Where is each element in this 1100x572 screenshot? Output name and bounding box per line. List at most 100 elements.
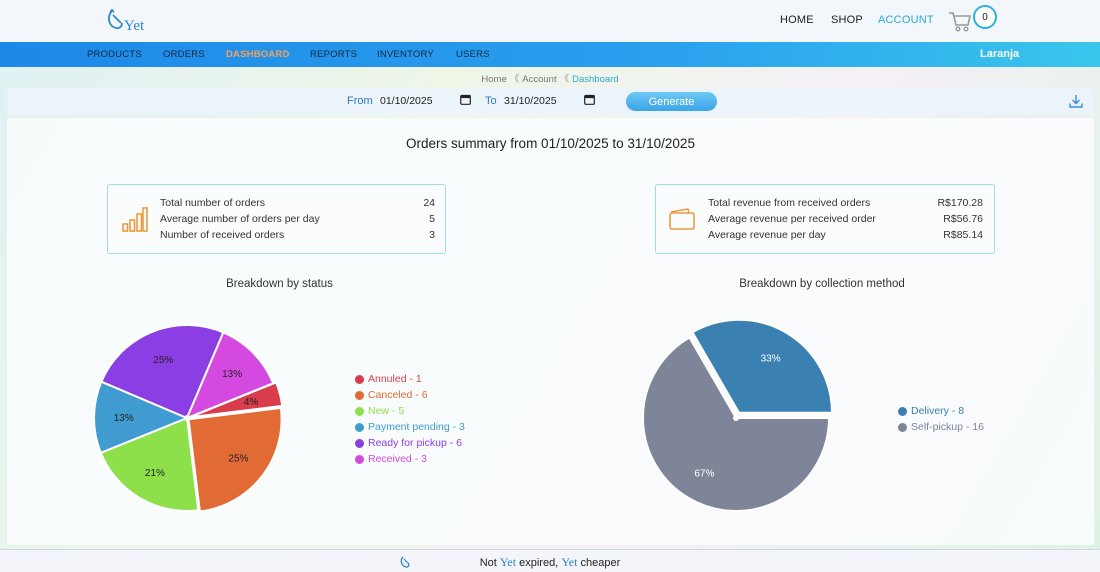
nav-reports[interactable]: REPORTS: [310, 49, 357, 60]
calendar-icon[interactable]: [584, 94, 595, 105]
nav-users[interactable]: USERS: [456, 49, 490, 60]
footer-brand: Yet: [561, 555, 578, 569]
pie-slice-percent-label: 4%: [244, 397, 259, 408]
legend-dot: [355, 422, 364, 432]
legend-item[interactable]: Ready for pickup - 6: [355, 435, 465, 451]
stat-value: 5: [429, 213, 435, 225]
stat-row: Total number of orders 24: [108, 197, 445, 211]
date-filter-bar: From 01/10/2025 To 31/10/2025 Generate: [7, 88, 1094, 115]
pie-center-dot: [184, 415, 190, 421]
legend-dot: [355, 390, 364, 400]
legend-dot: [355, 438, 364, 448]
stat-label: Total revenue from received orders: [708, 197, 871, 209]
footer-brand: Yet: [499, 555, 517, 569]
stat-value: 24: [423, 197, 435, 209]
breadcrumb-separator: 《: [559, 74, 570, 85]
pie-slice-percent-label: 33%: [761, 354, 781, 365]
collection-pie-chart: 33% 67%: [642, 318, 834, 512]
stat-row: Average revenue per day R$85.14: [656, 229, 994, 243]
stat-label: Number of received orders: [160, 229, 285, 241]
download-icon[interactable]: [1068, 93, 1084, 109]
legend-label: Payment pending - 3: [368, 421, 465, 433]
pie-slice-percent-label: 13%: [114, 413, 134, 424]
orders-stats-card: Total number of orders 24 Average number…: [107, 184, 446, 254]
legend-item[interactable]: Annuled - 1: [355, 371, 465, 387]
stat-label: Average revenue per day: [708, 229, 826, 241]
nav-dashboard[interactable]: DASHBOARD: [226, 49, 290, 60]
summary-title: Orders summary from 01/10/2025 to 31/10/…: [406, 136, 695, 151]
dashboard-panel: Orders summary from 01/10/2025 to 31/10/…: [7, 118, 1094, 545]
pie-slice-percent-label: 25%: [153, 355, 173, 366]
legend-label: New - 5: [368, 405, 405, 417]
to-label: To: [485, 95, 497, 107]
pie-slice-percent-label: 67%: [694, 468, 714, 479]
brand-logo[interactable]: Yet: [106, 8, 154, 36]
topnav-home-link[interactable]: HOME: [780, 14, 814, 26]
brand-name: Yet: [124, 18, 145, 34]
from-label: From: [347, 95, 373, 107]
cart-count-badge[interactable]: 0: [973, 5, 997, 29]
footer-text: Not: [479, 557, 497, 569]
status-legend: Annuled - 1 Canceled - 6 New - 5 Payment pe…: [355, 371, 465, 467]
legend-label: Self-pickup - 16: [911, 421, 984, 433]
legend-dot: [898, 406, 907, 416]
topnav-shop-link[interactable]: SHOP: [831, 14, 863, 26]
breadcrumb-home[interactable]: Home: [481, 74, 506, 85]
calendar-icon[interactable]: [460, 94, 471, 105]
stat-label: Total number of orders: [160, 197, 266, 209]
legend-label: Delivery - 8: [911, 405, 965, 417]
collection-legend: Delivery - 8 Self-pickup - 16: [898, 403, 984, 435]
footer-text: expired,: [519, 557, 559, 569]
legend-item[interactable]: Self-pickup - 16: [898, 419, 984, 435]
stat-row: Average number of orders per day 5: [108, 213, 445, 227]
legend-item[interactable]: Canceled - 6: [355, 387, 465, 403]
stat-value: 3: [429, 229, 435, 241]
pie-center-dot: [733, 415, 739, 421]
legend-item[interactable]: Received - 3: [355, 451, 465, 467]
legend-label: Ready for pickup - 6: [368, 437, 462, 449]
legend-item[interactable]: New - 5: [355, 403, 465, 419]
generate-button[interactable]: Generate: [626, 92, 717, 111]
status-chart-title: Breakdown by status: [226, 278, 333, 290]
top-header: Yet HOME SHOP ACCOUNT 0: [0, 0, 1100, 42]
nav-inventory[interactable]: INVENTORY: [377, 49, 434, 60]
main-nav: PRODUCTS ORDERS DASHBOARD REPORTS INVENT…: [0, 42, 1100, 67]
stat-value: R$56.76: [943, 213, 983, 225]
legend-dot: [355, 454, 364, 464]
breadcrumb: Home 《 Account 《 Dashboard: [0, 71, 1100, 85]
stat-row: Number of received orders 3: [108, 229, 445, 243]
legend-dot: [355, 374, 364, 384]
collection-chart-title: Breakdown by collection method: [739, 278, 905, 290]
nav-orders[interactable]: ORDERS: [163, 49, 205, 60]
cart-icon[interactable]: [948, 8, 974, 34]
legend-dot: [898, 422, 907, 432]
to-date-input[interactable]: 31/10/2025: [504, 93, 557, 109]
pie-slice-percent-label: 25%: [228, 454, 248, 465]
stat-label: Average number of orders per day: [160, 213, 320, 225]
footer-text: cheaper: [580, 557, 621, 569]
stat-label: Average revenue per received order: [708, 213, 876, 225]
breadcrumb-dashboard: Dashboard: [572, 74, 619, 85]
legend-label: Canceled - 6: [368, 389, 428, 401]
topnav-account-link[interactable]: ACCOUNT: [878, 14, 934, 26]
footer: Not Yet expired, Yet cheaper: [0, 549, 1100, 572]
pie-slice-percent-label: 21%: [145, 468, 165, 479]
pie-slice-percent-label: 13%: [222, 369, 242, 380]
legend-dot: [355, 406, 364, 416]
breadcrumb-separator: 《: [509, 74, 520, 85]
stat-value: R$170.28: [937, 197, 983, 209]
legend-label: Received - 3: [368, 453, 427, 465]
nav-products[interactable]: PRODUCTS: [87, 49, 142, 60]
stat-value: R$85.14: [943, 229, 983, 241]
nav-user-name[interactable]: Laranja: [980, 48, 1019, 60]
from-date-input[interactable]: 01/10/2025: [380, 93, 433, 109]
footer-tagline: Not Yet expired, Yet cheaper: [0, 555, 1100, 570]
breadcrumb-account[interactable]: Account: [522, 74, 556, 85]
status-pie-chart: 4% 25% 21% 13% 25% 13%: [93, 324, 284, 513]
legend-item[interactable]: Delivery - 8: [898, 403, 984, 419]
legend-item[interactable]: Payment pending - 3: [355, 419, 465, 435]
legend-label: Annuled - 1: [368, 373, 422, 385]
stat-row: Total revenue from received orders R$170…: [656, 197, 994, 211]
revenue-stats-card: Total revenue from received orders R$170…: [655, 184, 995, 254]
stat-row: Average revenue per received order R$56.…: [656, 213, 994, 227]
